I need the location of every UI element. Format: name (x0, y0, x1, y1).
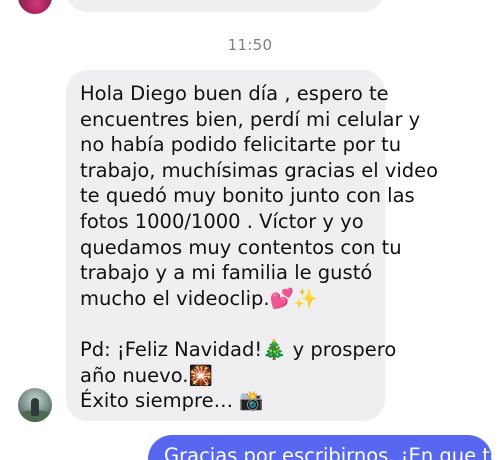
message-line: te quedó muy bonito junto con las (80, 184, 415, 208)
outgoing-message-bubble[interactable]: Gracias por escribirnos, ¡En que te (148, 435, 500, 460)
chat-thread: 11:50 Hola Diego buen día , espero te en… (0, 0, 500, 460)
message-line: Éxito siempre… 📸 (80, 389, 264, 413)
message-line: trabajo, muchísimas gracias el video (80, 158, 439, 182)
message-line: año nuevo.🎇 (80, 363, 213, 387)
message-line: no había podido felicitarte por tu (80, 133, 402, 157)
message-line: Gracias por escribirnos, ¡En que te (164, 444, 500, 460)
message-line: mucho el videoclip.💕✨ (80, 286, 319, 310)
message-line: Hola Diego buen día , espero te (80, 82, 389, 105)
previous-message-bubble[interactable] (66, 0, 384, 12)
message-line: fotos 1000/1000 . Víctor y yo (80, 209, 364, 233)
message-timestamp: 11:50 (227, 36, 273, 54)
sender-avatar[interactable] (18, 388, 52, 422)
message-line: Pd: ¡Feliz Navidad!🎄 y prospero (80, 337, 397, 361)
avatar-person (31, 398, 39, 416)
contact-avatar[interactable] (18, 0, 52, 14)
message-line: quedamos muy contentos con tu (80, 235, 402, 259)
message-line: trabajo y a mi familia le gustó (80, 261, 373, 285)
incoming-message-bubble[interactable]: Hola Diego buen día , espero te encuentr… (66, 70, 439, 421)
message-line: encuentres bien, perdí mi celular y (80, 107, 421, 131)
